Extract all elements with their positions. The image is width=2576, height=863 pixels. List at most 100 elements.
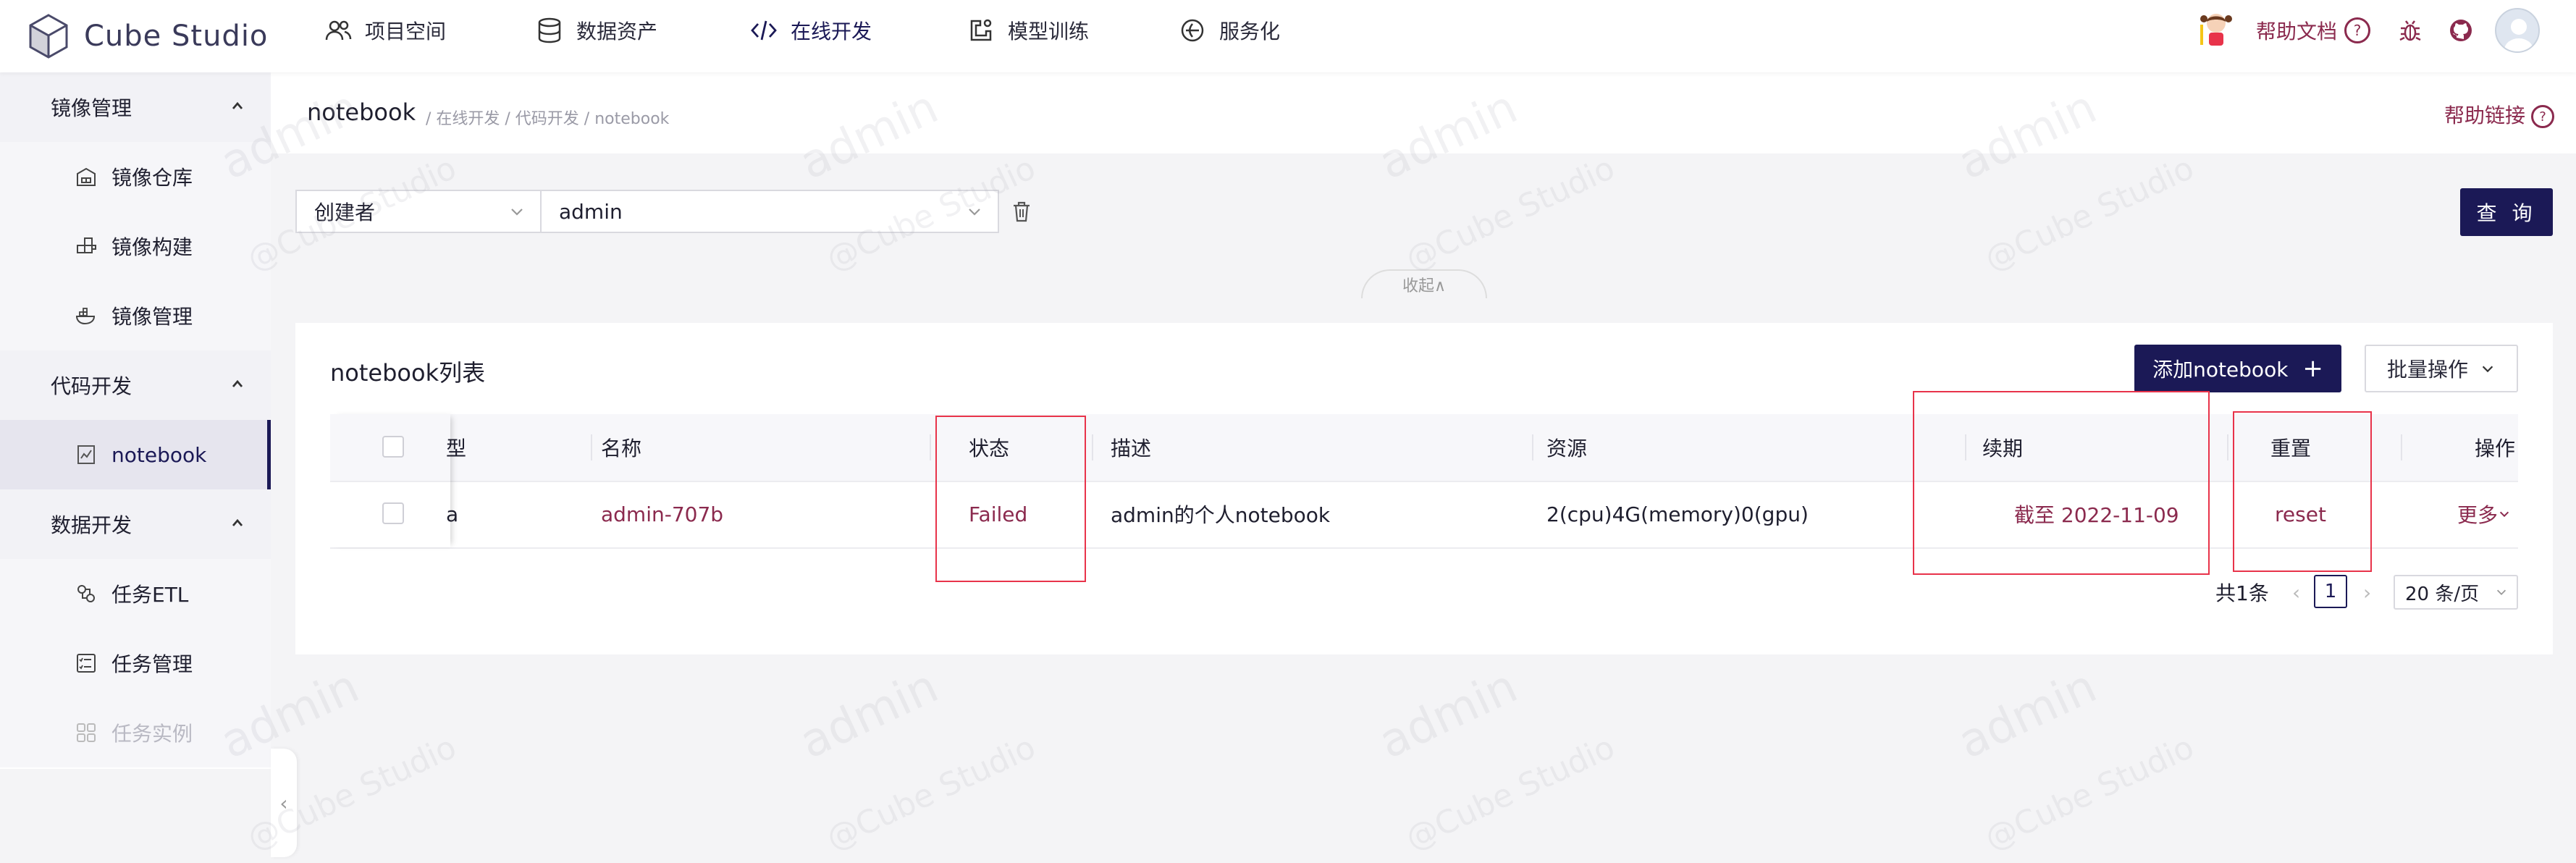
help-link[interactable]: 帮助链接? xyxy=(2444,100,2554,129)
sidebar-item-label: 任务实例 xyxy=(111,722,193,746)
help-link-label: 帮助链接 xyxy=(2444,104,2525,127)
watermark-subtext: @Cube Studio xyxy=(1399,728,1620,858)
sidebar-collapse-toggle[interactable]: ‹ xyxy=(271,749,297,857)
notebook-list-card: notebook列表 添加notebook + 批量操作 型 名称 状态 描述 … xyxy=(295,323,2553,654)
sidebar-group-data-dev[interactable]: 数据开发 xyxy=(0,489,271,559)
column-divider xyxy=(591,434,592,460)
column-header-resource: 资源 xyxy=(1546,437,1588,460)
sidebar-group-label: 数据开发 xyxy=(51,513,132,537)
more-label: 更多 xyxy=(2457,503,2499,527)
users-icon xyxy=(325,20,352,41)
chevron-up-icon xyxy=(232,518,243,526)
sidebar-item-image-build[interactable]: 镜像构建 xyxy=(0,211,271,281)
sidebar-item-image-repo[interactable]: 镜像仓库 xyxy=(0,142,271,211)
filter-value: admin xyxy=(559,199,623,224)
highlight-box-renew xyxy=(1913,391,2210,575)
database-icon xyxy=(538,17,561,43)
sidebar-group-image[interactable]: 镜像管理 xyxy=(0,72,271,142)
trash-icon[interactable] xyxy=(1011,200,1032,223)
breadcrumb: / 在线开发 / 代码开发 / notebook xyxy=(426,110,670,128)
chevron-down-icon xyxy=(969,209,980,216)
nav-model-training[interactable]: 模型训练 xyxy=(967,0,1089,61)
nav-projects[interactable]: 项目空间 xyxy=(324,0,446,61)
highlight-box-reset xyxy=(2233,411,2372,572)
plus-icon: + xyxy=(2302,354,2323,383)
app-logo[interactable]: Cube Studio xyxy=(28,6,268,67)
help-doc-link[interactable]: 帮助文档 ? xyxy=(2256,0,2371,61)
nav-label: 数据资产 xyxy=(576,20,658,43)
add-notebook-button[interactable]: 添加notebook + xyxy=(2134,345,2341,392)
query-button[interactable]: 查 询 xyxy=(2460,188,2553,236)
sidebar-item-image-manage[interactable]: 镜像管理 xyxy=(0,281,271,350)
service-icon xyxy=(1181,19,1204,42)
nav-label: 模型训练 xyxy=(1008,20,1090,43)
watermark-subtext: @Cube Studio xyxy=(1979,728,2200,858)
page-number-current[interactable]: 1 xyxy=(2314,575,2347,608)
column-divider xyxy=(2401,434,2402,460)
code-icon xyxy=(751,20,777,41)
filter-field-select[interactable]: 创建者 xyxy=(295,190,542,233)
column-divider xyxy=(2227,434,2228,460)
user-avatar[interactable] xyxy=(2495,0,2540,61)
sidebar-item-task-etl[interactable]: 任务ETL xyxy=(0,559,271,628)
github-icon xyxy=(2450,20,2472,41)
batch-operation-button[interactable]: 批量操作 xyxy=(2365,345,2518,392)
grid-icon xyxy=(77,723,96,742)
column-divider xyxy=(930,434,931,460)
nav-online-dev[interactable]: 在线开发 xyxy=(750,0,872,61)
sidebar-item-notebook[interactable]: notebook xyxy=(0,420,271,489)
fixed-column-shadow xyxy=(330,414,450,547)
page-size-label: 20 条/页 xyxy=(2405,583,2480,605)
sidebar-item-task-manage[interactable]: 任务管理 xyxy=(0,628,271,698)
sidebar-group-code-dev[interactable]: 代码开发 xyxy=(0,350,271,420)
sidebar: 镜像管理 镜像仓库 镜像构建 镜像管理 代码开发 notebook 数据开发 任… xyxy=(0,72,271,769)
filter-value-select[interactable]: admin xyxy=(540,190,999,233)
column-header-name: 名称 xyxy=(601,437,642,460)
top-header: Cube Studio 项目空间 数据资产 在线开发 模型训练 服务化 帮助文档… xyxy=(0,0,2576,72)
sidebar-item-label: notebook xyxy=(111,442,207,467)
highlight-box-status xyxy=(935,416,1086,582)
chevron-down-icon xyxy=(2482,366,2493,373)
sidebar-item-label: 任务ETL xyxy=(111,583,189,607)
watermark-text: admin xyxy=(1950,660,2105,770)
mascot-icon xyxy=(2200,14,2232,46)
column-divider xyxy=(1532,434,1533,460)
sidebar-item-label: 镜像管理 xyxy=(111,305,193,329)
sidebar-item-label: 镜像构建 xyxy=(111,235,193,259)
warehouse-icon xyxy=(77,167,96,186)
github-link[interactable] xyxy=(2449,0,2473,61)
chevron-down-icon xyxy=(2496,589,2506,595)
bug-report-button[interactable] xyxy=(2398,0,2423,61)
next-page-icon[interactable]: › xyxy=(2363,575,2371,610)
chevron-up-icon xyxy=(232,379,243,387)
cube-logo-icon xyxy=(29,14,68,59)
blocks-icon xyxy=(77,237,96,253)
sidebar-item-label: 镜像仓库 xyxy=(111,166,193,190)
nav-label: 服务化 xyxy=(1219,20,1281,43)
help-doc-label: 帮助文档 xyxy=(2256,20,2338,43)
card-title: notebook列表 xyxy=(330,359,486,387)
watermark-subtext: @Cube Studio xyxy=(820,728,1041,858)
cell-name-link[interactable]: admin-707b xyxy=(601,481,723,547)
docker-icon xyxy=(75,308,96,325)
collapse-filter-button[interactable]: 收起∧ xyxy=(1361,269,1487,298)
chevron-up-icon xyxy=(232,101,243,109)
cell-desc: admin的个人notebook xyxy=(1111,503,1331,527)
add-notebook-label: 添加notebook xyxy=(2152,358,2289,382)
training-icon xyxy=(970,19,992,41)
cell-more-menu[interactable]: 更多 xyxy=(2457,481,2511,547)
sidebar-item-task-instance[interactable]: 任务实例 xyxy=(0,698,271,767)
notebook-icon xyxy=(77,445,95,464)
nav-label: 在线开发 xyxy=(791,20,872,43)
page-size-select[interactable]: 20 条/页 xyxy=(2394,575,2518,610)
watermark-subtext: @Cube Studio xyxy=(1399,149,1620,279)
nav-data-assets[interactable]: 数据资产 xyxy=(536,0,657,61)
bug-icon xyxy=(2399,20,2421,41)
prev-page-icon[interactable]: ‹ xyxy=(2292,575,2300,610)
avatar-icon xyxy=(2495,8,2540,53)
etl-icon xyxy=(77,585,95,602)
column-header-desc: 描述 xyxy=(1111,437,1152,460)
nav-service[interactable]: 服务化 xyxy=(1179,0,1280,61)
chevron-down-icon xyxy=(511,209,523,216)
question-icon: ? xyxy=(2344,17,2371,43)
